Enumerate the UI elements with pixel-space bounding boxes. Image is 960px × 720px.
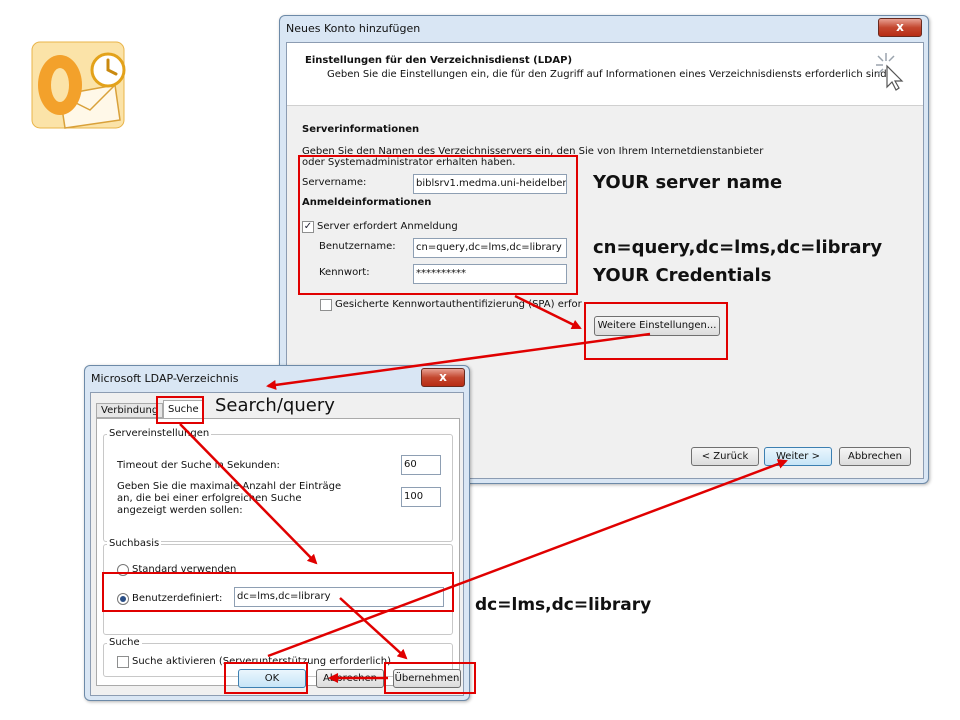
dialog-title: Neues Konto hinzufügen [286, 22, 421, 35]
header-title: Einstellungen für den Verzeichnisdienst … [305, 55, 573, 66]
more-settings-highlight [584, 302, 728, 360]
ldap-dialog-body: Verbindung Suche Servereinstellungen Tim… [90, 392, 464, 696]
close-button[interactable]: x [878, 18, 922, 37]
annotation-dc-value: dc=lms,dc=library [475, 595, 652, 615]
max-entries-label-line1: Geben Sie die maximale Anzahl der Einträ… [117, 481, 342, 492]
server-credentials-highlight [298, 155, 578, 295]
server-settings-label: Servereinstellungen [107, 428, 212, 439]
search-base-highlight [102, 572, 454, 612]
back-button[interactable]: < Zurück [691, 447, 759, 466]
spa-label: Gesicherte Kennwortauthentifizierung (SP… [335, 299, 582, 310]
search-base-label: Suchbasis [107, 538, 162, 549]
timeout-input[interactable]: 60 [401, 455, 441, 475]
apply-highlight [384, 662, 476, 694]
outlook-logo-icon [30, 40, 130, 130]
server-section-title: Serverinformationen [302, 124, 420, 135]
suche-tab-highlight [156, 396, 204, 424]
annotation-server-name: YOUR server name [593, 172, 783, 193]
spa-checkbox[interactable] [320, 299, 332, 311]
max-entries-input[interactable]: 100 [401, 487, 441, 507]
annotation-search-query: Search/query [215, 395, 335, 416]
cursor-sparkle-icon [872, 51, 906, 95]
max-entries-label-line3: angezeigt werden sollen: [117, 505, 243, 516]
cancel-button[interactable]: Abbrechen [839, 447, 911, 466]
annotation-credentials: YOUR Credentials [593, 265, 772, 286]
timeout-label: Timeout der Suche in Sekunden: [117, 460, 280, 471]
ldap-cancel-button[interactable]: Abbrechen [316, 669, 384, 688]
ldap-dialog-title: Microsoft LDAP-Verzeichnis [91, 372, 239, 385]
ldap-close-button[interactable]: x [421, 368, 465, 387]
max-entries-label-line2: an, die bei einer erfolgreichen Suche [117, 493, 302, 504]
tab-panel: Servereinstellungen Timeout der Suche in… [96, 418, 460, 686]
next-button[interactable]: Weiter > [764, 447, 832, 466]
dialog-header: Einstellungen für den Verzeichnisdienst … [287, 43, 923, 106]
header-description: Geben Sie die Einstellungen ein, die für… [327, 69, 890, 80]
enable-search-checkbox[interactable] [117, 656, 129, 668]
ok-highlight [224, 662, 308, 694]
search-group-label: Suche [107, 637, 142, 648]
tab-verbindung[interactable]: Verbindung [96, 403, 164, 418]
annotation-cn-query: cn=query,dc=lms,dc=library [593, 237, 883, 258]
